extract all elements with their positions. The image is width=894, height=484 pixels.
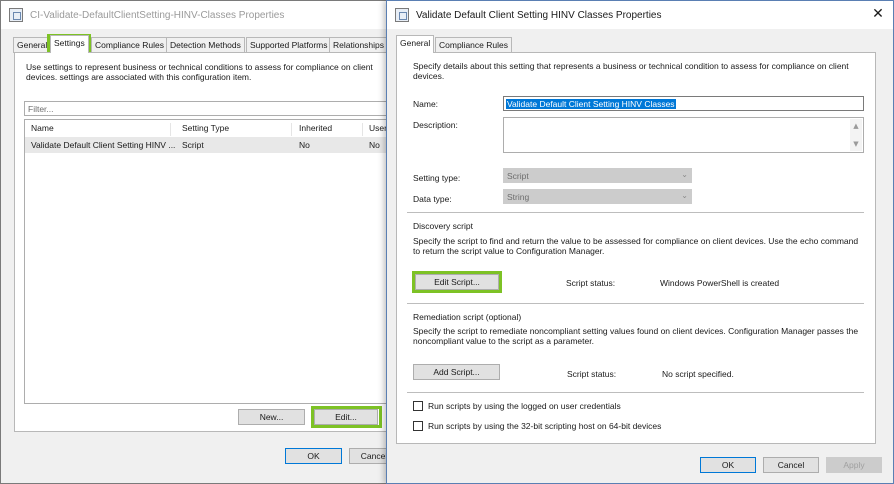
setting-type-value: Script <box>507 171 529 181</box>
settings-filter-input[interactable]: Filter... <box>24 101 394 116</box>
settings-list-header: Name Setting Type Inherited User <box>25 120 393 136</box>
tab-detection-methods[interactable]: Detection Methods <box>166 37 245 53</box>
row-setting-type: Script <box>182 140 204 150</box>
data-type-select[interactable]: String ⌄ <box>503 189 692 204</box>
setting-type-select[interactable]: Script ⌄ <box>503 168 692 183</box>
row-inherited: No <box>299 140 310 150</box>
table-row[interactable]: Validate Default Client Setting HINV ...… <box>25 137 393 153</box>
tab-supported-platforms[interactable]: Supported Platforms <box>246 37 332 53</box>
back-window-title: CI-Validate-DefaultClientSetting-HINV-Cl… <box>30 9 285 21</box>
dialog-properties-icon <box>395 8 409 22</box>
discovery-status-value: Windows PowerShell is created <box>660 278 780 288</box>
settings-description: Use settings to represent business or te… <box>26 62 373 82</box>
32bit-host-checkbox[interactable] <box>413 421 423 431</box>
scroll-up-icon[interactable]: ▲ <box>850 120 862 132</box>
data-type-value: String <box>507 192 530 202</box>
remediation-script-heading: Remediation script (optional) <box>413 312 522 322</box>
row-name: Validate Default Client Setting HINV ... <box>31 140 176 150</box>
edit-script-button[interactable]: Edit Script... <box>415 274 499 290</box>
dialog-titlebar[interactable]: Validate Default Client Setting HINV Cla… <box>387 1 893 29</box>
general-intro-text: Specify details about this setting that … <box>413 61 849 81</box>
back-ok-button[interactable]: OK <box>285 448 342 464</box>
add-script-button[interactable]: Add Script... <box>413 364 500 380</box>
column-inherited[interactable]: Inherited <box>299 123 363 136</box>
dialog-tab-compliance-rules[interactable]: Compliance Rules <box>435 37 512 53</box>
tab-general[interactable]: General <box>13 37 52 53</box>
logged-on-credentials-label[interactable]: Run scripts by using the logged on user … <box>428 401 621 411</box>
discovery-status-label: Script status: <box>566 278 616 288</box>
column-setting-type[interactable]: Setting Type <box>182 123 292 136</box>
dialog-tab-general[interactable]: General <box>396 35 435 53</box>
chevron-down-icon: ⌄ <box>681 191 688 200</box>
close-icon[interactable]: ✕ <box>871 7 885 21</box>
description-scrollbar[interactable]: ▲ ▼ <box>850 119 862 151</box>
tab-compliance-rules[interactable]: Compliance Rules <box>91 37 168 53</box>
discovery-script-heading: Discovery script <box>413 221 473 231</box>
tab-relationships[interactable]: Relationships <box>329 37 389 53</box>
window-properties-icon <box>9 8 23 22</box>
column-name[interactable]: Name <box>31 123 171 136</box>
remediation-status-value: No script specified. <box>662 369 734 379</box>
description-label: Description: <box>413 120 458 130</box>
name-field-value: Validate Default Client Setting HINV Cla… <box>506 99 676 109</box>
description-field[interactable]: ▲ ▼ <box>503 117 864 153</box>
dialog-cancel-button[interactable]: Cancel <box>763 457 819 473</box>
logged-on-credentials-checkbox[interactable] <box>413 401 423 411</box>
name-field[interactable]: Validate Default Client Setting HINV Cla… <box>503 96 864 111</box>
tab-settings[interactable]: Settings <box>50 35 89 53</box>
new-setting-button[interactable]: New... <box>238 409 305 425</box>
dialog-apply-button[interactable]: Apply <box>826 457 882 473</box>
scroll-down-icon[interactable]: ▼ <box>850 138 862 150</box>
divider <box>407 392 864 393</box>
settings-list[interactable]: Name Setting Type Inherited User Validat… <box>24 119 394 404</box>
dialog-title: Validate Default Client Setting HINV Cla… <box>416 9 662 21</box>
chevron-down-icon: ⌄ <box>681 170 688 179</box>
remediation-script-text: Specify the script to remediate noncompl… <box>413 326 859 346</box>
name-label: Name: <box>413 99 439 109</box>
divider <box>407 212 864 213</box>
remediation-status-label: Script status: <box>567 369 617 379</box>
divider <box>407 303 864 304</box>
setting-type-label: Setting type: <box>413 173 461 183</box>
edit-setting-button[interactable]: Edit... <box>314 409 378 425</box>
data-type-label: Data type: <box>413 194 452 204</box>
setting-properties-dialog: Validate Default Client Setting HINV Cla… <box>386 0 894 484</box>
32bit-host-label[interactable]: Run scripts by using the 32-bit scriptin… <box>428 421 661 431</box>
discovery-script-text: Specify the script to find and return th… <box>413 236 859 256</box>
dialog-ok-button[interactable]: OK <box>700 457 756 473</box>
